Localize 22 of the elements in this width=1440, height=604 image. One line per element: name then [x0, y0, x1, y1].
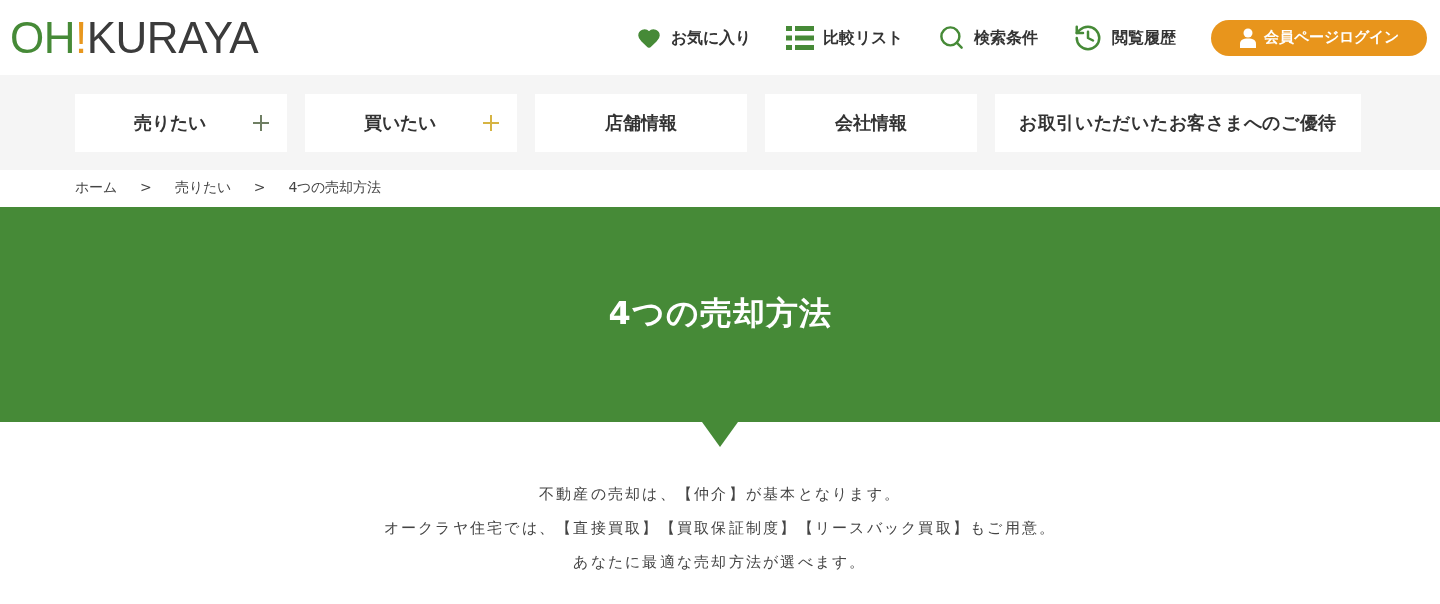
nav-tab[interactable]: お取引いただいたお客さまへのご優待 [995, 93, 1361, 152]
breadcrumb-link[interactable]: 売りたい [174, 176, 231, 198]
breadcrumb-link[interactable]: ホーム [75, 176, 117, 198]
nav-tab[interactable]: 売りたい [75, 93, 287, 152]
logo[interactable]: OH!KURAYA [10, 15, 259, 60]
nav-tab[interactable]: 買いたい [305, 93, 517, 152]
header-link[interactable]: 検索条件 [938, 24, 1038, 51]
nav-tab[interactable]: 会社情報 [765, 93, 977, 152]
list-icon [786, 25, 814, 50]
breadcrumb-separator: > [253, 177, 266, 197]
nav-tab[interactable]: 店舗情報 [535, 93, 747, 152]
user-icon [1239, 27, 1256, 48]
breadcrumb-link[interactable]: 4つの売却方法 [288, 176, 382, 198]
intro-text: 不動産の売却は、【仲介】が基本となります。 [538, 484, 902, 505]
intro-text: あなたに最適な売却方法が選べます。 [573, 552, 867, 573]
search-icon [938, 24, 965, 51]
header-link[interactable]: お気に入り [636, 25, 751, 50]
breadcrumb-separator: > [140, 177, 152, 197]
page-title: 4つの売却方法 [608, 292, 832, 334]
intro-text: オークラヤ住宅では、【直接買取】【買取保証制度】【リースバック買取】もご用意。 [383, 518, 1057, 539]
header-link[interactable]: 閲覧履歴 [1073, 22, 1176, 53]
header-link[interactable]: 比較リスト [786, 25, 903, 50]
